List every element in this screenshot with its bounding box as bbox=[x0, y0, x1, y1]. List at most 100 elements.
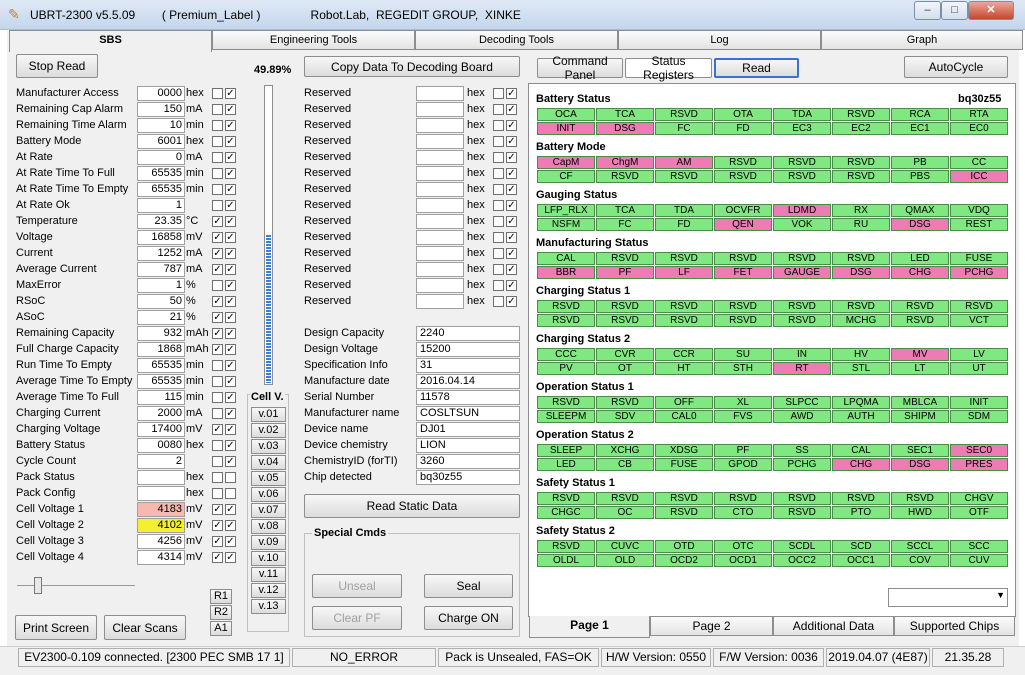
sbs-scan-checkbox[interactable]: ✓ bbox=[212, 424, 223, 435]
reserved-scan-checkbox[interactable] bbox=[493, 104, 504, 115]
reserved-value-field[interactable] bbox=[416, 278, 464, 293]
sbs-log-checkbox[interactable]: ✓ bbox=[225, 456, 236, 467]
command-panel-button[interactable]: Command Panel bbox=[537, 54, 623, 82]
sbs-value-field[interactable]: 1252 bbox=[137, 246, 185, 261]
cell-voltage-button[interactable]: v.10 bbox=[251, 551, 286, 566]
read-button[interactable]: Read bbox=[714, 58, 799, 78]
sbs-scan-checkbox[interactable] bbox=[212, 184, 223, 195]
reserved-scan-checkbox[interactable] bbox=[493, 232, 504, 243]
sbs-value-field[interactable]: 65535 bbox=[137, 358, 185, 373]
sbs-scan-checkbox[interactable]: ✓ bbox=[212, 248, 223, 259]
sbs-log-checkbox[interactable]: ✓ bbox=[225, 280, 236, 291]
minimize-button[interactable]: – bbox=[914, 1, 941, 20]
reserved-log-checkbox[interactable]: ✓ bbox=[506, 168, 517, 179]
sbs-log-checkbox[interactable]: ✓ bbox=[225, 232, 236, 243]
charge-on-button[interactable]: Charge ON bbox=[424, 606, 513, 630]
sbs-scan-checkbox[interactable]: ✓ bbox=[212, 536, 223, 547]
sbs-value-field[interactable]: 65535 bbox=[137, 374, 185, 389]
sbs-log-checkbox[interactable]: ✓ bbox=[225, 120, 236, 131]
cell-voltage-button[interactable]: v.03 bbox=[251, 439, 286, 454]
reserved-value-field[interactable] bbox=[416, 134, 464, 149]
sbs-value-field[interactable]: 0000 bbox=[137, 86, 185, 101]
sbs-scan-checkbox[interactable] bbox=[212, 392, 223, 403]
sbs-value-field[interactable]: 23.35 bbox=[137, 214, 185, 229]
cell-voltage-button[interactable]: v.06 bbox=[251, 487, 286, 502]
static-value-field[interactable]: LION bbox=[416, 438, 520, 453]
reserved-scan-checkbox[interactable] bbox=[493, 200, 504, 211]
sbs-scan-checkbox[interactable] bbox=[212, 488, 223, 499]
sbs-log-checkbox[interactable]: ✓ bbox=[225, 328, 236, 339]
sbs-log-checkbox[interactable]: ✓ bbox=[225, 152, 236, 163]
reserved-value-field[interactable] bbox=[416, 294, 464, 309]
unseal-button[interactable]: Unseal bbox=[312, 574, 402, 598]
sbs-log-checkbox[interactable] bbox=[225, 472, 236, 483]
sbs-scan-checkbox[interactable]: ✓ bbox=[212, 296, 223, 307]
sbs-scan-checkbox[interactable]: ✓ bbox=[212, 520, 223, 531]
sbs-log-checkbox[interactable]: ✓ bbox=[225, 296, 236, 307]
reserved-scan-checkbox[interactable] bbox=[493, 152, 504, 163]
reserved-scan-checkbox[interactable] bbox=[493, 136, 504, 147]
sbs-scan-checkbox[interactable] bbox=[212, 408, 223, 419]
sbs-value-field[interactable]: 65535 bbox=[137, 166, 185, 181]
sbs-value-field[interactable]: 4256 bbox=[137, 534, 185, 549]
reserved-scan-checkbox[interactable] bbox=[493, 168, 504, 179]
sbs-value-field[interactable]: 2000 bbox=[137, 406, 185, 421]
reserved-value-field[interactable] bbox=[416, 118, 464, 133]
sbs-value-field[interactable]: 115 bbox=[137, 390, 185, 405]
chip-dropdown[interactable]: ▼ bbox=[888, 588, 1008, 607]
reserved-log-checkbox[interactable]: ✓ bbox=[506, 120, 517, 131]
reserved-log-checkbox[interactable]: ✓ bbox=[506, 88, 517, 99]
static-value-field[interactable]: 2016.04.14 bbox=[416, 374, 520, 389]
reserved-scan-checkbox[interactable] bbox=[493, 120, 504, 131]
sbs-value-field[interactable] bbox=[137, 470, 185, 485]
sbs-scan-checkbox[interactable] bbox=[212, 152, 223, 163]
sbs-scan-checkbox[interactable] bbox=[212, 104, 223, 115]
sbs-log-checkbox[interactable]: ✓ bbox=[225, 440, 236, 451]
sbs-value-field[interactable] bbox=[137, 486, 185, 501]
sbs-scan-checkbox[interactable]: ✓ bbox=[212, 328, 223, 339]
sbs-value-field[interactable]: 787 bbox=[137, 262, 185, 277]
cell-voltage-button[interactable]: v.12 bbox=[251, 583, 286, 598]
static-value-field[interactable]: 31 bbox=[416, 358, 520, 373]
autocycle-button[interactable]: AutoCycle bbox=[904, 56, 1008, 78]
sbs-scan-checkbox[interactable] bbox=[212, 88, 223, 99]
reserved-scan-checkbox[interactable] bbox=[493, 296, 504, 307]
sbs-scan-checkbox[interactable]: ✓ bbox=[212, 264, 223, 275]
sbs-scan-checkbox[interactable]: ✓ bbox=[212, 216, 223, 227]
sbs-value-field[interactable]: 6001 bbox=[137, 134, 185, 149]
reserved-scan-checkbox[interactable] bbox=[493, 248, 504, 259]
tab-decoding-tools[interactable]: Decoding Tools bbox=[415, 30, 618, 50]
r-button[interactable]: R2 bbox=[210, 605, 232, 620]
reserved-log-checkbox[interactable]: ✓ bbox=[506, 184, 517, 195]
sbs-value-field[interactable]: 1 bbox=[137, 278, 185, 293]
sbs-scan-checkbox[interactable] bbox=[212, 280, 223, 291]
sbs-scan-checkbox[interactable] bbox=[212, 456, 223, 467]
sbs-scan-checkbox[interactable] bbox=[212, 200, 223, 211]
sbs-value-field[interactable]: 65535 bbox=[137, 182, 185, 197]
reserved-value-field[interactable] bbox=[416, 246, 464, 261]
sbs-value-field[interactable]: 2 bbox=[137, 454, 185, 469]
sbs-scan-checkbox[interactable]: ✓ bbox=[212, 232, 223, 243]
cell-voltage-button[interactable]: v.11 bbox=[251, 567, 286, 582]
static-value-field[interactable]: DJ01 bbox=[416, 422, 520, 437]
reserved-log-checkbox[interactable]: ✓ bbox=[506, 232, 517, 243]
reserved-log-checkbox[interactable]: ✓ bbox=[506, 296, 517, 307]
close-button[interactable]: ✕ bbox=[968, 1, 1014, 20]
static-value-field[interactable]: bq30z55 bbox=[416, 470, 520, 485]
sbs-scan-checkbox[interactable] bbox=[212, 360, 223, 371]
sbs-log-checkbox[interactable]: ✓ bbox=[225, 520, 236, 531]
sbs-log-checkbox[interactable] bbox=[225, 488, 236, 499]
sbs-scan-checkbox[interactable] bbox=[212, 440, 223, 451]
reserved-log-checkbox[interactable]: ✓ bbox=[506, 136, 517, 147]
cell-voltage-button[interactable]: v.13 bbox=[251, 599, 286, 614]
page-tab[interactable]: Additional Data bbox=[773, 616, 894, 636]
tab-engineering-tools[interactable]: Engineering Tools bbox=[212, 30, 415, 50]
static-value-field[interactable]: COSLTSUN bbox=[416, 406, 520, 421]
reserved-value-field[interactable] bbox=[416, 166, 464, 181]
sbs-log-checkbox[interactable]: ✓ bbox=[225, 216, 236, 227]
sbs-log-checkbox[interactable]: ✓ bbox=[225, 200, 236, 211]
clear-scans-button[interactable]: Clear Scans bbox=[104, 615, 186, 640]
sbs-log-checkbox[interactable]: ✓ bbox=[225, 248, 236, 259]
sbs-log-checkbox[interactable]: ✓ bbox=[225, 168, 236, 179]
reserved-scan-checkbox[interactable] bbox=[493, 184, 504, 195]
